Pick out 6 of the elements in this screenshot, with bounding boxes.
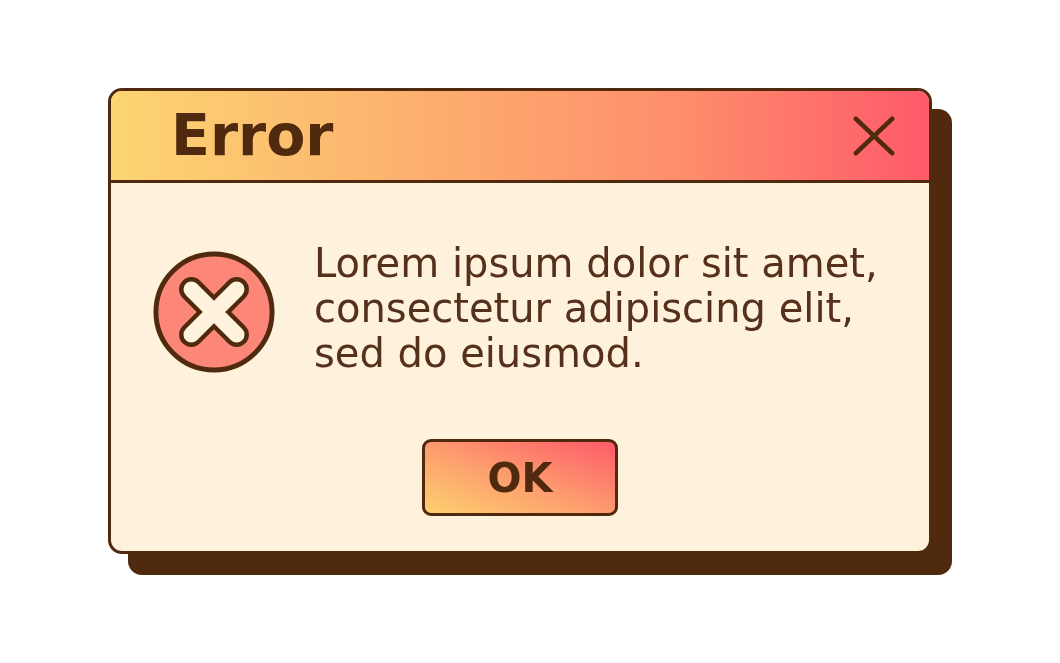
close-button[interactable]: [853, 115, 895, 156]
close-icon: [853, 115, 895, 156]
window-title: Error: [171, 104, 334, 167]
error-message: Lorem ipsum dolor sit amet, consectetur adipiscing elit, sed do eiusmod.: [314, 241, 879, 376]
error-icon: [153, 251, 275, 373]
ok-button[interactable]: OK: [422, 439, 618, 516]
